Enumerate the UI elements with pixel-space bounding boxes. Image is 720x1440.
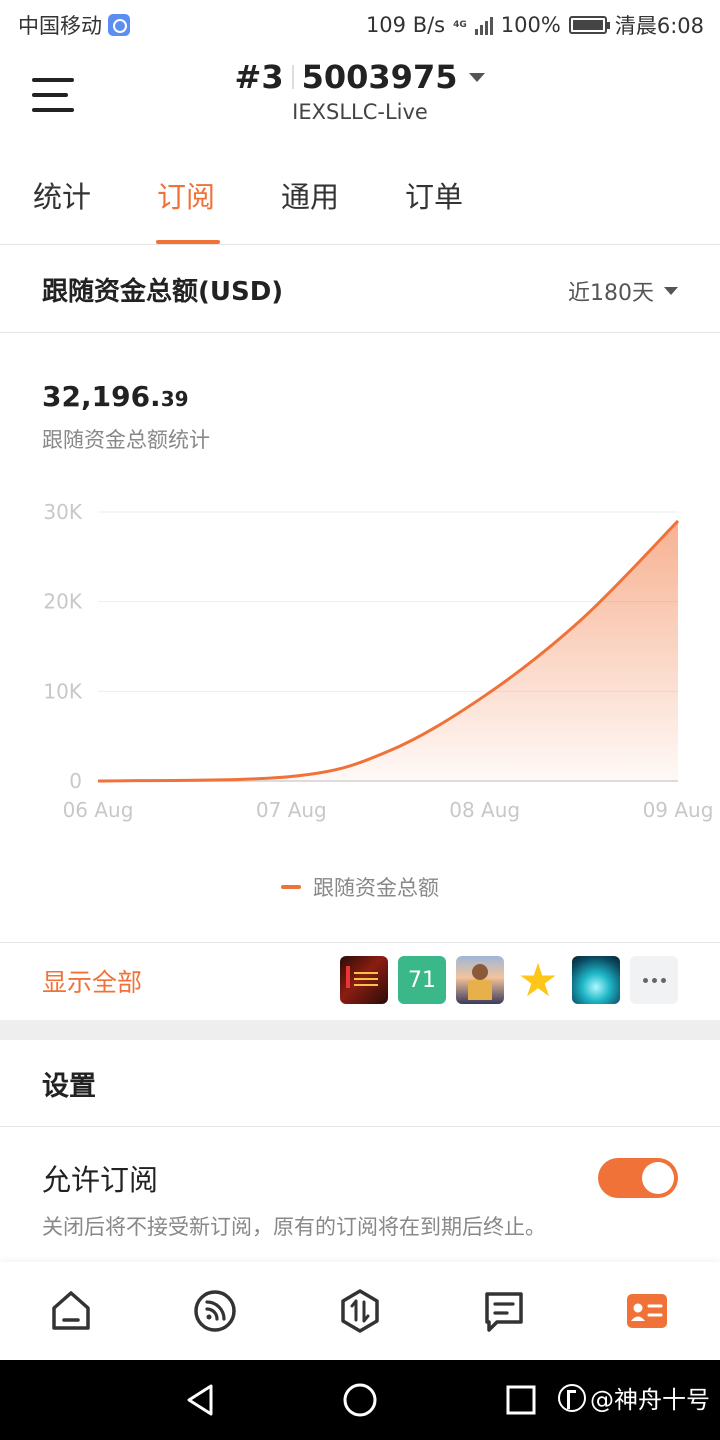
server-name: IEXSLLC-Live bbox=[292, 100, 428, 124]
legend-label: 跟随资金总额 bbox=[313, 876, 439, 900]
settings-title: 设置 bbox=[42, 1071, 96, 1102]
star-avatar[interactable]: ★ bbox=[514, 956, 562, 1004]
divider bbox=[0, 1126, 720, 1127]
chart-legend: 跟随资金总额 bbox=[0, 872, 720, 902]
chevron-down-icon bbox=[469, 72, 486, 82]
total-value: 32,196.39 bbox=[42, 380, 189, 413]
network-type: 4G bbox=[453, 19, 467, 30]
watermark-logo-icon bbox=[558, 1383, 586, 1412]
x-tick-label: 09 Aug bbox=[643, 798, 714, 822]
chevron-down-icon bbox=[664, 287, 678, 295]
allow-subscribe-toggle[interactable] bbox=[598, 1158, 678, 1198]
tab-general[interactable]: 通用 bbox=[281, 174, 339, 216]
show-all-link[interactable]: 显示全部 bbox=[42, 963, 142, 999]
x-axis-ticks: 06 Aug 07 Aug 08 Aug 09 Aug bbox=[63, 798, 714, 822]
y-tick-label: 10K bbox=[43, 679, 82, 703]
legend-swatch bbox=[281, 885, 301, 889]
active-tab-indicator bbox=[156, 240, 220, 244]
home-circle-icon[interactable] bbox=[342, 1382, 378, 1418]
more-icon[interactable] bbox=[630, 956, 678, 1004]
total-value-decimal: 39 bbox=[160, 387, 189, 411]
system-nav-bar: @神舟十号 bbox=[0, 1360, 720, 1440]
trade-icon[interactable] bbox=[335, 1286, 385, 1336]
home-icon[interactable] bbox=[46, 1286, 96, 1336]
recent-apps-icon[interactable] bbox=[505, 1384, 537, 1416]
subscriber-avatars: 71 ★ bbox=[340, 956, 678, 1004]
account-separator bbox=[291, 65, 294, 89]
account-number: #3 bbox=[234, 58, 284, 96]
follow-total-header: 跟随资金总额(USD) 近180天 bbox=[0, 245, 720, 333]
status-left: 中国移动 bbox=[18, 10, 130, 40]
account-id: 5003975 bbox=[301, 58, 458, 96]
battery-percent: 100% bbox=[500, 13, 561, 37]
toggle-knob bbox=[642, 1162, 674, 1194]
tab-bar: 统计 订阅 通用 订单 bbox=[0, 144, 720, 245]
range-label: 近180天 bbox=[568, 281, 654, 306]
series-area bbox=[98, 520, 678, 781]
section-gap bbox=[0, 1020, 720, 1040]
clock: 清晨6:08 bbox=[614, 14, 704, 38]
allow-subscribe-description: 关闭后将不接受新订阅，原有的订阅将在到期后终止。 bbox=[42, 1215, 546, 1239]
status-bar: 中国移动 109 B/s 4G 100% 清晨6:08 bbox=[0, 0, 720, 50]
carrier-name: 中国移动 bbox=[18, 14, 102, 38]
tab-orders[interactable]: 订单 bbox=[405, 174, 463, 216]
bottom-nav bbox=[0, 1262, 720, 1360]
tab-subscribe[interactable]: 订阅 bbox=[157, 174, 215, 216]
subscribers-row: 显示全部 71 ★ bbox=[0, 943, 720, 1020]
app-header: #3 5003975 IEXSLLC-Live bbox=[0, 50, 720, 144]
x-tick-label: 07 Aug bbox=[256, 798, 327, 822]
y-tick-label: 20K bbox=[43, 590, 82, 614]
carrier-app-icon bbox=[108, 14, 130, 36]
signal-icon bbox=[474, 15, 493, 35]
watermark-text: @神舟十号 bbox=[590, 1386, 710, 1414]
message-icon[interactable] bbox=[479, 1286, 529, 1336]
person-photo-avatar[interactable] bbox=[456, 956, 504, 1004]
tab-stats[interactable]: 统计 bbox=[33, 174, 91, 216]
y-tick-label: 0 bbox=[69, 769, 82, 793]
profile-card-icon[interactable] bbox=[622, 1286, 672, 1336]
teal-glow-avatar[interactable] bbox=[572, 956, 620, 1004]
y-tick-label: 30K bbox=[43, 500, 82, 524]
x-tick-label: 08 Aug bbox=[449, 798, 520, 822]
range-dropdown[interactable]: 近180天 bbox=[568, 275, 678, 307]
y-axis-ticks: 0 10K 20K 30K bbox=[43, 500, 82, 793]
follow-total-chart: 0 10K 20K 30K 06 Aug 07 Aug 08 Aug 09 Aug bbox=[43, 500, 714, 822]
account-line[interactable]: #3 5003975 bbox=[235, 58, 486, 96]
watermark: @神舟十号 bbox=[558, 1380, 710, 1415]
status-right: 109 B/s 4G 100% 清晨6:08 bbox=[366, 10, 704, 40]
x-tick-label: 06 Aug bbox=[63, 798, 134, 822]
allow-subscribe-label: 允许订阅 bbox=[42, 1163, 159, 1197]
battery-icon bbox=[568, 16, 610, 34]
back-icon[interactable] bbox=[183, 1382, 217, 1418]
signal-feed-icon[interactable] bbox=[190, 1286, 240, 1336]
account-selector[interactable]: #3 5003975 IEXSLLC-Live bbox=[0, 58, 720, 124]
section-title: 跟随资金总额(USD) bbox=[42, 277, 284, 307]
network-speed: 109 B/s bbox=[365, 13, 446, 37]
number-avatar[interactable]: 71 bbox=[398, 956, 446, 1004]
trading-chart-avatar[interactable] bbox=[340, 956, 388, 1004]
total-caption: 跟随资金总额统计 bbox=[42, 428, 210, 452]
total-value-int: 32,196. bbox=[42, 380, 161, 413]
